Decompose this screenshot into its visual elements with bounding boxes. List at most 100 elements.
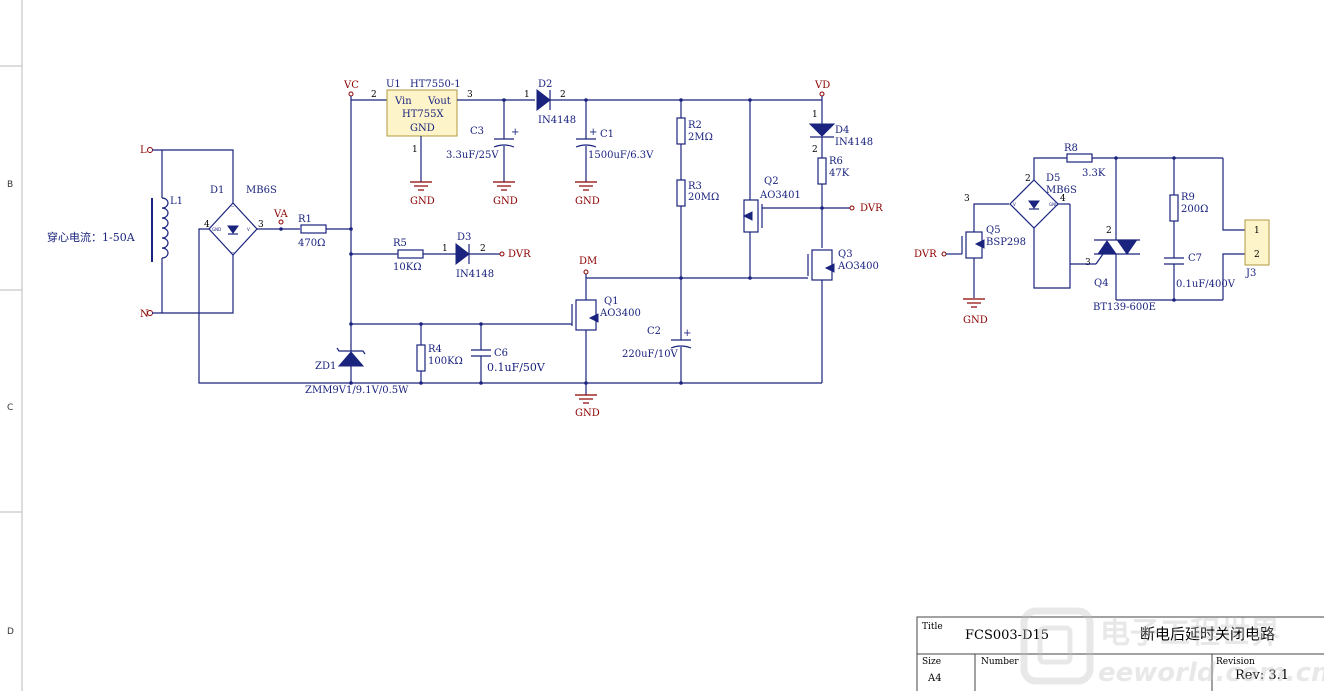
d4-pin2: 2 bbox=[812, 145, 818, 155]
gnd-symbol-c3 bbox=[493, 181, 515, 191]
gnd-symbol-u1 bbox=[410, 181, 432, 191]
j3-pin2: 2 bbox=[1254, 250, 1260, 260]
d2-pin2: 2 bbox=[560, 90, 566, 100]
bias-section: R4 100KΩ C6 0.1uF/50V ZD1 ZMM9V1/9.1V/0.… bbox=[305, 322, 546, 396]
bridge-rectifier-d5: GND V D5 MB6S 2 4 bbox=[1009, 173, 1077, 229]
zone-label-c: C bbox=[7, 403, 13, 413]
q4-pin2: 2 bbox=[1106, 226, 1112, 236]
title-value: FCS003-D15 bbox=[965, 628, 1049, 643]
q3-ref: Q3 bbox=[838, 249, 853, 260]
r4-value: 100KΩ bbox=[428, 356, 463, 367]
r9-ref: R9 bbox=[1181, 192, 1195, 203]
title-label: Title bbox=[922, 622, 943, 632]
triac-q4: 2 3 Q4 BT139-600E bbox=[1085, 158, 1156, 313]
capacitor-c1: + C1 1500uF/6.3V bbox=[575, 100, 654, 182]
u1-gnd-pin: GND bbox=[410, 123, 435, 134]
r2-ref: R2 bbox=[688, 120, 702, 131]
gnd-label-c3: GND bbox=[493, 196, 518, 207]
svg-text:V: V bbox=[247, 227, 250, 232]
inductor-l1: L1 bbox=[151, 196, 183, 263]
d5-pin4: 4 bbox=[1060, 194, 1066, 204]
net-label-n: N bbox=[140, 309, 149, 320]
resistor-r6: R6 47K bbox=[817, 156, 850, 185]
bridge-rectifier-d1: GND V ~ ~ D1 MB6S 4 3 bbox=[204, 185, 277, 263]
r1-ref: R1 bbox=[298, 214, 312, 225]
l1-ref: L1 bbox=[170, 196, 183, 207]
r4-ref: R4 bbox=[428, 344, 442, 355]
c6-value: 0.1uF/50V bbox=[487, 361, 546, 374]
watermark-logo: 电子工程世界 eeworld.com.cn bbox=[1020, 607, 1324, 688]
gnd-label-u1: GND bbox=[410, 196, 435, 207]
net-label-dvr-q2: DVR bbox=[860, 203, 883, 214]
r3-ref: R3 bbox=[688, 181, 702, 192]
q4-value: BT139-600E bbox=[1093, 302, 1156, 313]
d1-value: MB6S bbox=[246, 185, 277, 196]
c6-ref: C6 bbox=[494, 348, 508, 359]
c7-ref: C7 bbox=[1188, 253, 1202, 264]
watermark-en: eeworld.com.cn bbox=[1098, 658, 1324, 688]
c3-ref: C3 bbox=[470, 126, 484, 137]
vd-rail-section: D2 IN4148 1 2 + C1 1500uF/6.3V GND R2 2M… bbox=[524, 79, 883, 383]
c2-ref: C2 bbox=[647, 326, 661, 337]
net-label-vc: VC bbox=[343, 80, 359, 91]
size-value: A4 bbox=[927, 673, 942, 684]
gnd-symbol-main bbox=[575, 394, 597, 404]
svg-text:+: + bbox=[589, 127, 597, 138]
sheet-border: B C D bbox=[0, 0, 23, 691]
svg-text:+: + bbox=[683, 328, 691, 339]
r2-value: 2MΩ bbox=[688, 132, 713, 143]
net-label-dvr-d3: DVR bbox=[508, 249, 531, 260]
j3-pin1: 1 bbox=[1254, 226, 1260, 236]
diode-d2: D2 IN4148 1 2 bbox=[524, 79, 576, 126]
resistor-r4: R4 100KΩ bbox=[416, 344, 463, 372]
connector-j3: 1 2 J3 bbox=[1244, 219, 1270, 279]
u1-pin3: 3 bbox=[467, 90, 473, 100]
svg-text:V: V bbox=[1013, 202, 1016, 207]
q5-ref: Q5 bbox=[986, 225, 1001, 236]
coil-current-note: 穿心电流：1-50A bbox=[47, 230, 136, 244]
resistor-r8: R8 3.3K bbox=[1064, 143, 1106, 179]
u1-part: HT755X bbox=[402, 109, 444, 120]
c2-value: 220uF/10V bbox=[622, 349, 679, 360]
schematic-canvas: B C D L N L1 穿心电流：1-50A GND V ~ ~ D1 MB6… bbox=[0, 0, 1324, 691]
gnd-label-c1: GND bbox=[575, 196, 600, 207]
u1-vin: Vin bbox=[394, 96, 412, 107]
c3-value: 3.3uF/25V bbox=[446, 150, 499, 161]
svg-text:GND: GND bbox=[212, 227, 221, 232]
size-label: Size bbox=[922, 657, 941, 667]
q5-pin3: 3 bbox=[964, 194, 970, 204]
mosfet-q2: Q2 AO3401 bbox=[742, 100, 822, 278]
resistor-r5: R5 10KΩ bbox=[393, 238, 424, 273]
d4-pin1: 1 bbox=[812, 110, 818, 120]
q2-value: AO3401 bbox=[759, 190, 801, 201]
resistor-r1: R1 470Ω bbox=[298, 214, 327, 249]
regulator-u1: U1 HT7550-1 Vin Vout HT755X GND bbox=[386, 79, 461, 137]
r1-value: 470Ω bbox=[298, 238, 325, 249]
resistor-r2: R2 2MΩ bbox=[676, 117, 713, 145]
c1-value: 1500uF/6.3V bbox=[588, 150, 654, 161]
gnd-label-q5: GND bbox=[963, 315, 988, 326]
capacitor-c2: + C2 220uF/10V bbox=[622, 326, 691, 383]
gnd-label-main: GND bbox=[575, 408, 600, 419]
u1-value: HT7550-1 bbox=[410, 79, 461, 90]
u1-ref: U1 bbox=[386, 79, 401, 90]
zone-label-d: D bbox=[7, 627, 14, 637]
mosfet-q5: Q5 BSP298 bbox=[961, 225, 1026, 259]
u1-pin1: 1 bbox=[412, 145, 418, 155]
svg-text:GND: GND bbox=[1049, 202, 1058, 207]
zener-zd1: ZD1 ZMM9V1/9.1V/0.5W bbox=[305, 347, 409, 396]
net-label-vd: VD bbox=[814, 80, 830, 91]
d1-ref: D1 bbox=[210, 185, 224, 196]
r8-value: 3.3K bbox=[1082, 168, 1106, 179]
q3-value: AO3400 bbox=[837, 261, 879, 272]
u1-pin2: 2 bbox=[371, 90, 377, 100]
d4-value: IN4148 bbox=[835, 137, 873, 148]
resistor-r9: R9 200Ω bbox=[1169, 192, 1208, 222]
d5-pin2: 2 bbox=[1025, 174, 1031, 184]
r5-value: 10KΩ bbox=[393, 262, 422, 273]
net-label-va: VA bbox=[273, 209, 289, 220]
q5-value: BSP298 bbox=[986, 237, 1026, 248]
svg-text:~: ~ bbox=[231, 204, 234, 209]
d3-ref: D3 bbox=[457, 232, 471, 243]
q4-pin3: 3 bbox=[1085, 258, 1091, 268]
